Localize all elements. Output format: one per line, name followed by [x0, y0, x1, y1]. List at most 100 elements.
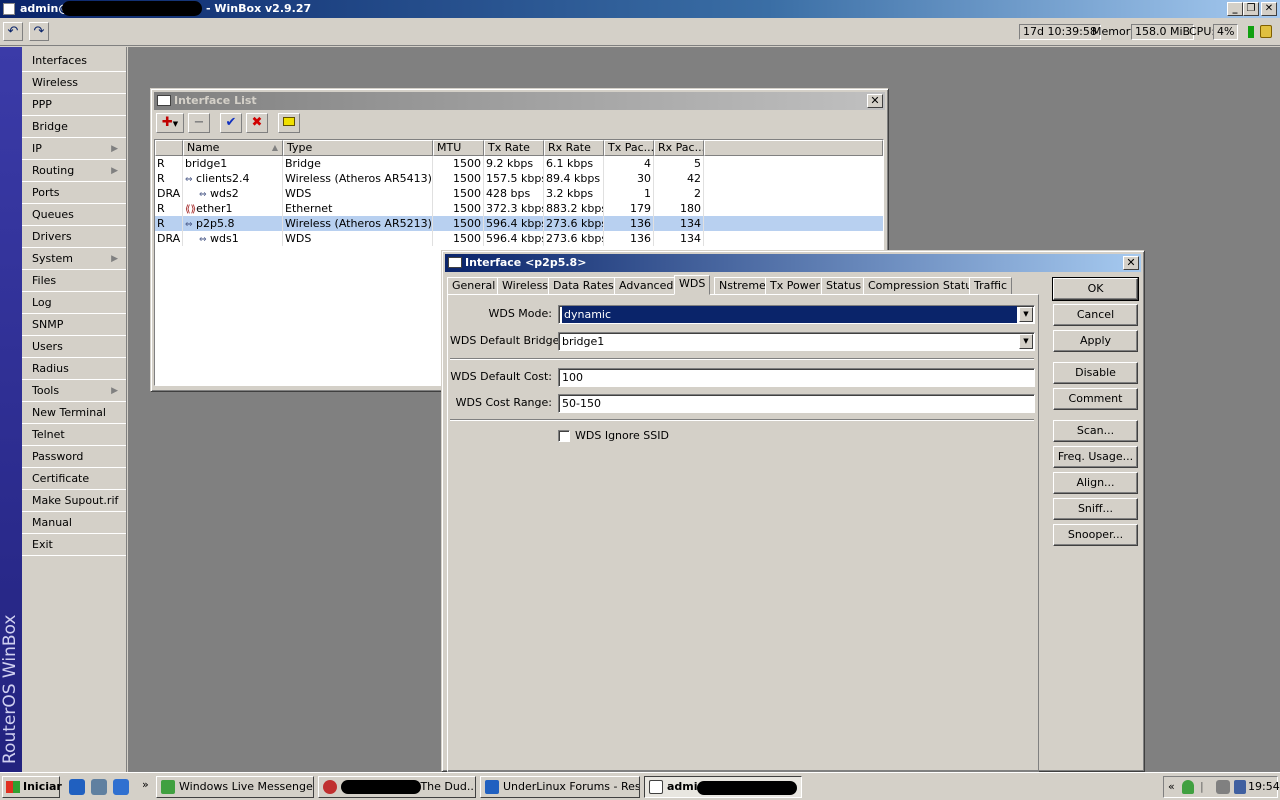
- sidebar-item-bridge[interactable]: Bridge: [22, 116, 126, 138]
- tab-wireless[interactable]: Wireless: [497, 277, 554, 295]
- scan-button[interactable]: Scan...: [1053, 420, 1138, 442]
- col-tx-packets[interactable]: Tx Pac...: [604, 140, 654, 156]
- tab-general[interactable]: General: [447, 277, 501, 295]
- volume-icon[interactable]: [1234, 780, 1246, 794]
- sidebar-item-files[interactable]: Files: [22, 270, 126, 292]
- wds-cost-range-label: WDS Cost Range:: [455, 396, 552, 409]
- wds-default-cost-input[interactable]: 100: [558, 368, 1035, 387]
- start-button[interactable]: Iniciar: [2, 776, 62, 798]
- wds-ignore-ssid-checkbox[interactable]: [558, 430, 570, 442]
- wds-default-bridge-select[interactable]: bridge1 ▼: [558, 332, 1035, 351]
- close-icon[interactable]: ✕: [1123, 256, 1139, 270]
- start-label: Iniciar: [23, 780, 62, 793]
- messenger-status-icon[interactable]: [1182, 780, 1194, 794]
- tab-data-rates[interactable]: Data Rates: [548, 277, 619, 295]
- col-flags[interactable]: [155, 140, 183, 156]
- sidebar-item-log[interactable]: Log: [22, 292, 126, 314]
- table-row[interactable]: DRA ⇔ wds2 WDS 1500 428 bps 3.2 kbps 1 2: [155, 186, 883, 201]
- tab-compression-status[interactable]: Compression Status: [863, 277, 983, 295]
- sidebar-item-ppp[interactable]: PPP: [22, 94, 126, 116]
- chevron-right-icon[interactable]: »: [142, 778, 149, 791]
- cell-tx-rate: 596.4 kbps: [486, 216, 544, 231]
- disable-button[interactable]: ✖: [246, 113, 268, 133]
- sidebar-item-radius[interactable]: Radius: [22, 358, 126, 380]
- sidebar-item-system[interactable]: System ▶: [22, 248, 126, 270]
- task-windows-live-messenger[interactable]: Windows Live Messenger: [156, 776, 314, 798]
- minimize-button[interactable]: _: [1227, 2, 1243, 16]
- table-row[interactable]: R bridge1 Bridge 1500 9.2 kbps 6.1 kbps …: [155, 156, 883, 171]
- col-mtu[interactable]: MTU: [433, 140, 484, 156]
- col-name[interactable]: Name ▲: [183, 140, 283, 156]
- freq-usage-button[interactable]: Freq. Usage...: [1053, 446, 1138, 468]
- tab-wds[interactable]: WDS: [674, 275, 711, 295]
- tab-nstreme[interactable]: Nstreme: [714, 277, 771, 295]
- system-tray: « | 19:54: [1163, 776, 1280, 798]
- table-row-selected[interactable]: R ⇔ p2p5.8 Wireless (Atheros AR5213) 150…: [155, 216, 883, 231]
- col-rx-packets[interactable]: Rx Pac...: [654, 140, 704, 156]
- task-winbox[interactable]: admin: [644, 776, 802, 798]
- interface-list-titlebar[interactable]: Interface List ✕: [154, 92, 885, 110]
- apply-button[interactable]: Apply: [1053, 330, 1138, 352]
- add-button[interactable]: ✚▼: [156, 113, 184, 133]
- sidebar-item-drivers[interactable]: Drivers: [22, 226, 126, 248]
- sidebar-item-manual[interactable]: Manual: [22, 512, 126, 534]
- sidebar-item-users[interactable]: Users: [22, 336, 126, 358]
- sidebar-item-ip[interactable]: IP ▶: [22, 138, 126, 160]
- cell-name: ⇔ p2p5.8: [183, 216, 283, 231]
- table-row[interactable]: R ⇔ clients2.4 Wireless (Atheros AR5413)…: [155, 171, 883, 186]
- close-icon[interactable]: ✕: [867, 94, 883, 108]
- snooper-button[interactable]: Snooper...: [1053, 524, 1138, 546]
- sidebar-item-make-supout[interactable]: Make Supout.rif: [22, 490, 126, 512]
- sidebar-item-interfaces[interactable]: Interfaces: [22, 50, 126, 72]
- table-row[interactable]: DRA ⇔ wds1 WDS 1500 596.4 kbps 273.6 kbp…: [155, 231, 883, 246]
- enable-button[interactable]: ✔: [220, 113, 242, 133]
- sniff-button[interactable]: Sniff...: [1053, 498, 1138, 520]
- chevron-down-icon[interactable]: ▼: [1019, 307, 1033, 322]
- ie-icon: [485, 780, 499, 794]
- maximize-button[interactable]: ❐: [1243, 2, 1259, 16]
- sidebar-item-routing[interactable]: Routing ▶: [22, 160, 126, 182]
- wds-mode-select[interactable]: dynamic ▼: [558, 305, 1035, 324]
- tab-traffic[interactable]: Traffic: [969, 277, 1013, 295]
- sidebar-item-ports[interactable]: Ports: [22, 182, 126, 204]
- sidebar-item-snmp[interactable]: SNMP: [22, 314, 126, 336]
- tab-status[interactable]: Status: [821, 277, 867, 295]
- disable-button[interactable]: Disable: [1053, 362, 1138, 384]
- tab-advanced[interactable]: Advanced: [614, 277, 679, 295]
- comment-button[interactable]: Comment: [1053, 388, 1138, 410]
- redo-icon[interactable]: ↷: [29, 22, 49, 41]
- network-icon[interactable]: [1216, 780, 1230, 794]
- chevron-down-icon[interactable]: ▼: [1019, 334, 1033, 349]
- close-button[interactable]: ✕: [1261, 2, 1277, 16]
- sidebar-item-password[interactable]: Password: [22, 446, 126, 468]
- align-button[interactable]: Align...: [1053, 472, 1138, 494]
- wds-cost-range-input[interactable]: 50-150: [558, 394, 1035, 413]
- sidebar-item-new-terminal[interactable]: New Terminal: [22, 402, 126, 424]
- chevron-left-icon[interactable]: «: [1168, 780, 1175, 793]
- cancel-button[interactable]: Cancel: [1053, 304, 1138, 326]
- cell-name-text: wds2: [210, 187, 239, 200]
- col-type[interactable]: Type: [283, 140, 433, 156]
- sidebar-item-tools[interactable]: Tools ▶: [22, 380, 126, 402]
- sidebar-item-exit[interactable]: Exit: [22, 534, 126, 556]
- ok-button[interactable]: OK: [1052, 277, 1139, 301]
- sidebar-item-telnet[interactable]: Telnet: [22, 424, 126, 446]
- undo-icon[interactable]: ↶: [3, 22, 23, 41]
- clock[interactable]: 19:54: [1248, 780, 1280, 793]
- sidebar-item-queues[interactable]: Queues: [22, 204, 126, 226]
- col-rx-rate[interactable]: Rx Rate: [544, 140, 604, 156]
- sidebar-item-label: IP: [32, 142, 42, 155]
- remove-button[interactable]: −: [188, 113, 210, 133]
- task-browser[interactable]: - The Dud...: [318, 776, 476, 798]
- sidebar-item-wireless[interactable]: Wireless: [22, 72, 126, 94]
- tab-tx-power[interactable]: Tx Power: [765, 277, 825, 295]
- sidebar-item-certificate[interactable]: Certificate: [22, 468, 126, 490]
- desktop-icon[interactable]: [113, 779, 129, 795]
- email-icon[interactable]: [91, 779, 107, 795]
- task-underlinux-forums[interactable]: UnderLinux Forums - Res...: [480, 776, 640, 798]
- comment-button[interactable]: [278, 113, 300, 133]
- ie-icon[interactable]: [69, 779, 85, 795]
- table-row[interactable]: R ⟪⟫ether1 Ethernet 1500 372.3 kbps 883.…: [155, 201, 883, 216]
- interface-dialog-titlebar[interactable]: Interface <p2p5.8> ✕: [445, 254, 1141, 272]
- col-tx-rate[interactable]: Tx Rate: [484, 140, 544, 156]
